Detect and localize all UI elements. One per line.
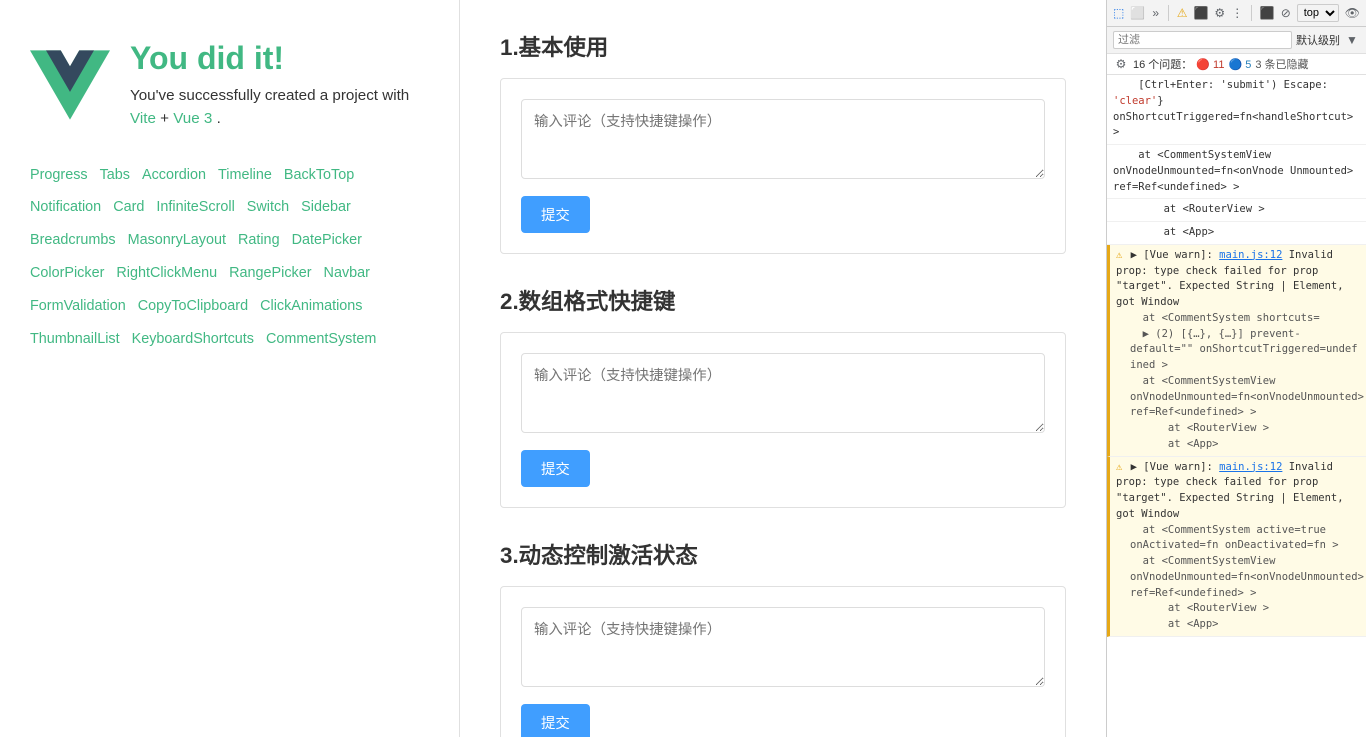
log-text: at <RouterView > — [1113, 203, 1265, 215]
nav-link-datepicker[interactable]: DatePicker — [292, 226, 362, 255]
nav-link-accordion[interactable]: Accordion — [142, 161, 206, 190]
nav-link-rightclickmenu[interactable]: RightClickMenu — [116, 259, 217, 288]
devtools-eye-icon[interactable]: 👁 — [1345, 5, 1360, 21]
nav-link-breadcrumbs[interactable]: Breadcrumbs — [30, 226, 116, 255]
log-link2[interactable]: main.js:12 — [1219, 461, 1282, 473]
section3-comment-box: 提交 — [500, 586, 1066, 737]
nav-link-notification[interactable]: Notification — [30, 193, 101, 222]
log-text: at <App> — [1113, 226, 1214, 238]
nav-link-formvalidation[interactable]: FormValidation — [30, 292, 126, 321]
nav-link-rating[interactable]: Rating — [238, 226, 280, 255]
main-content: 1.基本使用 提交 2.数组格式快捷键 提交 3.动态控制激活状态 提交 — [460, 0, 1106, 737]
section1: 1.基本使用 提交 — [500, 30, 1066, 254]
devtools-toolbar: ⬚ ⬜ » ⚠ ⬛ ⚙ ⋮ ⬛ ⊘ top 👁 — [1107, 0, 1366, 27]
hidden-count: 3 条已隐藏 — [1255, 56, 1308, 72]
nav-link-colorpicker[interactable]: ColorPicker — [30, 259, 104, 288]
devtools-top-select[interactable]: top — [1297, 4, 1339, 22]
devtools-more-icon[interactable]: » — [1151, 5, 1160, 21]
vue3-link[interactable]: Vue 3 — [173, 110, 212, 127]
section3-textarea[interactable] — [521, 607, 1045, 687]
vue-logo — [30, 45, 110, 125]
nav-link-clickanimations[interactable]: ClickAnimations — [260, 292, 362, 321]
devtools-menu-icon[interactable]: ⋮ — [1231, 5, 1243, 21]
nav-link-progress[interactable]: Progress — [30, 161, 88, 190]
warn-count: 🔵 5 — [1228, 58, 1251, 71]
section3-submit-button[interactable]: 提交 — [521, 704, 590, 737]
log-entry: at <RouterView > — [1107, 199, 1366, 222]
section2-textarea[interactable] — [521, 353, 1045, 433]
nav-link-commentsystem[interactable]: CommentSystem — [266, 325, 376, 354]
section1-submit-button[interactable]: 提交 — [521, 196, 590, 233]
devtools-console-icon[interactable]: ⬜ — [1130, 5, 1145, 21]
toolbar-separator2 — [1251, 5, 1252, 21]
hero-description: You've successfully created a project wi… — [130, 85, 429, 131]
section3-title: 3.动态控制激活状态 — [500, 538, 1066, 570]
error-count: 🔴 11 — [1196, 58, 1224, 71]
log-entry: at <CommentSystemView onVnodeUnmounted=f… — [1107, 145, 1366, 199]
devtools-block-icon[interactable]: ⊘ — [1281, 5, 1291, 21]
log-link[interactable]: main.js:12 — [1219, 249, 1282, 261]
devtools-warning-icon[interactable]: ⚠ — [1177, 5, 1188, 21]
nav-link-navbar[interactable]: Navbar — [324, 259, 370, 288]
devtools-settings-icon[interactable]: ⚙ — [1214, 5, 1225, 21]
devtools-sidebar-left-icon[interactable]: ⬛ — [1260, 5, 1275, 21]
log-text: ▶ [Vue warn]: main.js:12 Invalid prop: t… — [1116, 249, 1344, 308]
section3: 3.动态控制激活状态 提交 — [500, 538, 1066, 737]
log-text: [Ctrl+Enter: 'submit') Escape: 'clear'} … — [1113, 79, 1353, 138]
devtools-panel: ⬚ ⬜ » ⚠ ⬛ ⚙ ⋮ ⬛ ⊘ top 👁 默认级别 ▼ ⚙ 16 个问题：… — [1106, 0, 1366, 737]
warn-icon2: ⚠ — [1116, 461, 1122, 473]
nav-link-switch[interactable]: Switch — [247, 193, 289, 222]
sidebar: You did it! You've successfully created … — [0, 0, 460, 737]
warn-icon: ⚠ — [1116, 249, 1122, 261]
devtools-status-bar: ⚙ 16 个问题： 🔴 11 🔵 5 3 条已隐藏 — [1107, 54, 1366, 75]
nav-link-copytoclipboard[interactable]: CopyToClipboard — [138, 292, 248, 321]
nav-link-infinitescroll[interactable]: InfiniteScroll — [156, 193, 234, 222]
devtools-inspector-icon[interactable]: ⬚ — [1113, 5, 1124, 21]
nav-link-backtotop[interactable]: BackToTop — [284, 161, 354, 190]
nav-link-keyboardshortcuts[interactable]: KeyboardShortcuts — [132, 325, 254, 354]
section1-title: 1.基本使用 — [500, 30, 1066, 62]
logo-area: You did it! You've successfully created … — [30, 40, 429, 131]
log-entry-warn: ⚠ ▶ [Vue warn]: main.js:12 Invalid prop:… — [1107, 245, 1366, 457]
nav-links: Progress Tabs Accordion Timeline BackToTop No… — [30, 161, 429, 354]
log-entry: [Ctrl+Enter: 'submit') Escape: 'clear'} … — [1107, 75, 1366, 145]
section1-comment-box: 提交 — [500, 78, 1066, 254]
devtools-level-label: 默认级别 — [1296, 32, 1340, 48]
nav-link-sidebar[interactable]: Sidebar — [301, 193, 351, 222]
section2-title: 2.数组格式快捷键 — [500, 284, 1066, 316]
devtools-error-icon[interactable]: ⬛ — [1193, 5, 1208, 21]
nav-link-masonrylayout[interactable]: MasonryLayout — [128, 226, 226, 255]
devtools-gear-icon[interactable]: ⚙ — [1113, 56, 1129, 72]
toolbar-separator1 — [1168, 5, 1169, 21]
section2-submit-button[interactable]: 提交 — [521, 450, 590, 487]
section1-textarea[interactable] — [521, 99, 1045, 179]
section2: 2.数组格式快捷键 提交 — [500, 284, 1066, 508]
hero-title: You did it! — [130, 40, 429, 77]
nav-link-thumbnaillist[interactable]: ThumbnailList — [30, 325, 120, 354]
vite-link[interactable]: Vite — [130, 110, 156, 127]
devtools-filter-row: 默认级别 ▼ — [1107, 27, 1366, 54]
hero-text: You did it! You've successfully created … — [130, 40, 429, 131]
section2-comment-box: 提交 — [500, 332, 1066, 508]
nav-link-timeline[interactable]: Timeline — [218, 161, 272, 190]
devtools-level-chevron[interactable]: ▼ — [1344, 32, 1360, 48]
log-text: ▶ [Vue warn]: main.js:12 Invalid prop: t… — [1116, 461, 1344, 520]
log-entry-warn2: ⚠ ▶ [Vue warn]: main.js:12 Invalid prop:… — [1107, 457, 1366, 637]
log-entry: at <App> — [1107, 222, 1366, 245]
nav-link-tabs[interactable]: Tabs — [100, 161, 130, 190]
nav-link-card[interactable]: Card — [113, 193, 144, 222]
nav-link-rangepicker[interactable]: RangePicker — [229, 259, 311, 288]
issue-count: 16 个问题： — [1133, 56, 1192, 72]
log-text: at <CommentSystemView onVnodeUnmounted=f… — [1113, 149, 1353, 193]
devtools-log: [Ctrl+Enter: 'submit') Escape: 'clear'} … — [1107, 75, 1366, 737]
devtools-filter-input[interactable] — [1113, 31, 1292, 49]
